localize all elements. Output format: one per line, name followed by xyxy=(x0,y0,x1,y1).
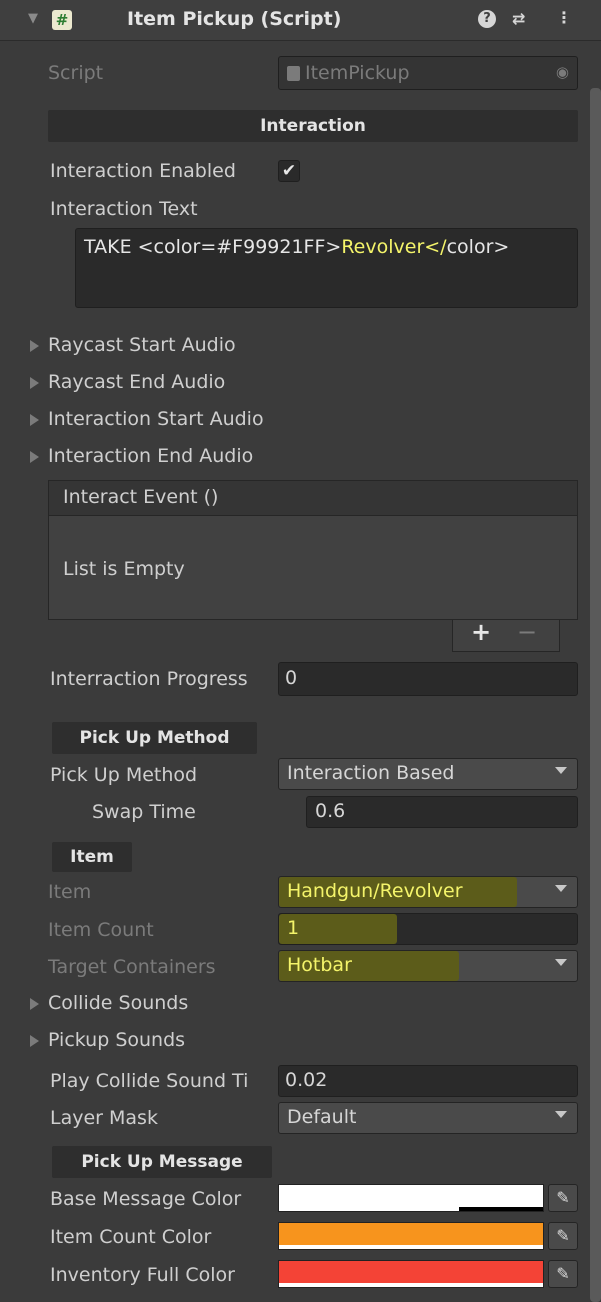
alpha-bar xyxy=(459,1207,543,1211)
event-list-body: List is Empty xyxy=(48,516,578,620)
item-value: Handgun/Revolver xyxy=(287,880,463,902)
play-collide-sound-value: 0.02 xyxy=(285,1069,328,1091)
play-collide-sound-field[interactable]: 0.02 xyxy=(278,1065,578,1097)
foldout-raycast-start-audio[interactable]: Raycast Start Audio xyxy=(48,334,236,356)
script-icon: # xyxy=(52,10,72,30)
foldout-arrow-icon[interactable] xyxy=(30,377,39,389)
foldout-pickup-sounds[interactable]: Pickup Sounds xyxy=(48,1029,185,1051)
pickup-method-dropdown[interactable]: Interaction Based xyxy=(278,758,578,790)
interaction-enabled-checkbox[interactable]: ✔ xyxy=(278,160,300,182)
inventory-full-color-swatch[interactable] xyxy=(278,1260,544,1288)
target-containers-label: Target Containers xyxy=(48,956,216,978)
item-count-value: 1 xyxy=(287,917,300,939)
foldout-arrow-icon[interactable] xyxy=(30,998,39,1010)
chevron-down-icon xyxy=(555,1111,567,1118)
alpha-bar xyxy=(279,1283,543,1287)
eyedropper-icon[interactable]: ✎ xyxy=(548,1260,578,1288)
foldout-arrow-icon[interactable] xyxy=(30,340,39,352)
swap-time-field[interactable]: 0.6 xyxy=(306,796,578,828)
target-containers-dropdown[interactable]: Hotbar xyxy=(278,950,578,982)
layer-mask-label: Layer Mask xyxy=(50,1107,158,1129)
foldout-interaction-end-audio[interactable]: Interaction End Audio xyxy=(48,445,253,467)
interaction-text-highlight: Revolver</ xyxy=(341,236,447,258)
chevron-down-icon xyxy=(555,959,567,966)
object-picker-icon: ◉ xyxy=(555,63,569,81)
script-field: ItemPickup ◉ xyxy=(278,56,578,90)
component-title: Item Pickup (Script) xyxy=(127,8,342,30)
section-header-item: Item xyxy=(52,842,132,872)
event-title: Interact Event () xyxy=(63,486,219,508)
pickup-method-value: Interaction Based xyxy=(287,762,455,784)
inventory-full-color-label: Inventory Full Color xyxy=(50,1264,235,1286)
progress-value: 0 xyxy=(285,667,298,689)
target-containers-value: Hotbar xyxy=(287,954,352,976)
foldout-arrow-icon[interactable] xyxy=(30,1035,39,1047)
remove-button[interactable]: − xyxy=(517,618,537,646)
base-message-color-label: Base Message Color xyxy=(50,1188,242,1210)
interaction-text-area[interactable]: TAKE <color=#F99921FF>Revolver</color> xyxy=(75,228,578,308)
swap-time-value: 0.6 xyxy=(315,800,346,822)
progress-label: Interraction Progress xyxy=(50,668,248,690)
item-count-color-swatch[interactable] xyxy=(278,1222,544,1250)
event-empty-text: List is Empty xyxy=(63,558,185,580)
layer-mask-dropdown[interactable]: Default xyxy=(278,1102,578,1134)
script-field-value: ItemPickup xyxy=(305,62,410,84)
chevron-down-icon xyxy=(555,767,567,774)
foldout-collide-sounds[interactable]: Collide Sounds xyxy=(48,992,188,1014)
swap-time-label: Swap Time xyxy=(92,801,196,823)
play-collide-sound-label: Play Collide Sound Ti xyxy=(50,1070,249,1092)
script-label: Script xyxy=(48,62,104,84)
progress-field[interactable]: 0 xyxy=(278,662,578,696)
foldout-arrow-icon[interactable] xyxy=(30,414,39,426)
item-dropdown[interactable]: Handgun/Revolver xyxy=(278,876,578,908)
interaction-enabled-label: Interaction Enabled xyxy=(50,160,236,182)
foldout-interaction-start-audio[interactable]: Interaction Start Audio xyxy=(48,408,264,430)
item-label: Item xyxy=(48,881,92,903)
interaction-text-label: Interaction Text xyxy=(50,198,198,220)
fold-arrow-icon[interactable]: ▼ xyxy=(28,11,38,26)
event-footer: + − xyxy=(452,618,560,652)
event-header: Interact Event () xyxy=(48,480,578,516)
pickup-method-label: Pick Up Method xyxy=(50,764,198,786)
layer-mask-value: Default xyxy=(287,1106,357,1128)
eyedropper-icon[interactable]: ✎ xyxy=(548,1184,578,1212)
section-header-pickup-message: Pick Up Message xyxy=(52,1146,272,1178)
eyedropper-icon[interactable]: ✎ xyxy=(548,1222,578,1250)
interaction-text-suffix: color> xyxy=(446,236,510,258)
foldout-raycast-end-audio[interactable]: Raycast End Audio xyxy=(48,371,225,393)
alpha-bar xyxy=(279,1245,543,1249)
chevron-down-icon xyxy=(555,885,567,892)
section-header-interaction: Interaction xyxy=(48,110,578,142)
help-icon[interactable]: ? xyxy=(478,10,496,28)
add-button[interactable]: + xyxy=(471,618,491,646)
base-message-color-swatch[interactable] xyxy=(278,1184,544,1212)
interaction-text-value: TAKE <color=#F99921FF>Revolver</color> xyxy=(84,236,509,258)
foldout-arrow-icon[interactable] xyxy=(30,451,39,463)
item-count-field[interactable]: 1 xyxy=(278,913,578,945)
interaction-text-prefix: TAKE <color=#F99921FF> xyxy=(84,236,342,258)
item-count-color-label: Item Count Color xyxy=(50,1226,212,1248)
item-count-label: Item Count xyxy=(48,919,154,941)
scrollbar[interactable] xyxy=(590,88,601,1302)
preset-settings-icon[interactable]: ⇄ xyxy=(512,9,525,28)
script-file-icon xyxy=(287,66,300,81)
section-header-pickup-method: Pick Up Method xyxy=(52,722,257,754)
more-options-icon[interactable]: ⋮ xyxy=(556,8,572,27)
